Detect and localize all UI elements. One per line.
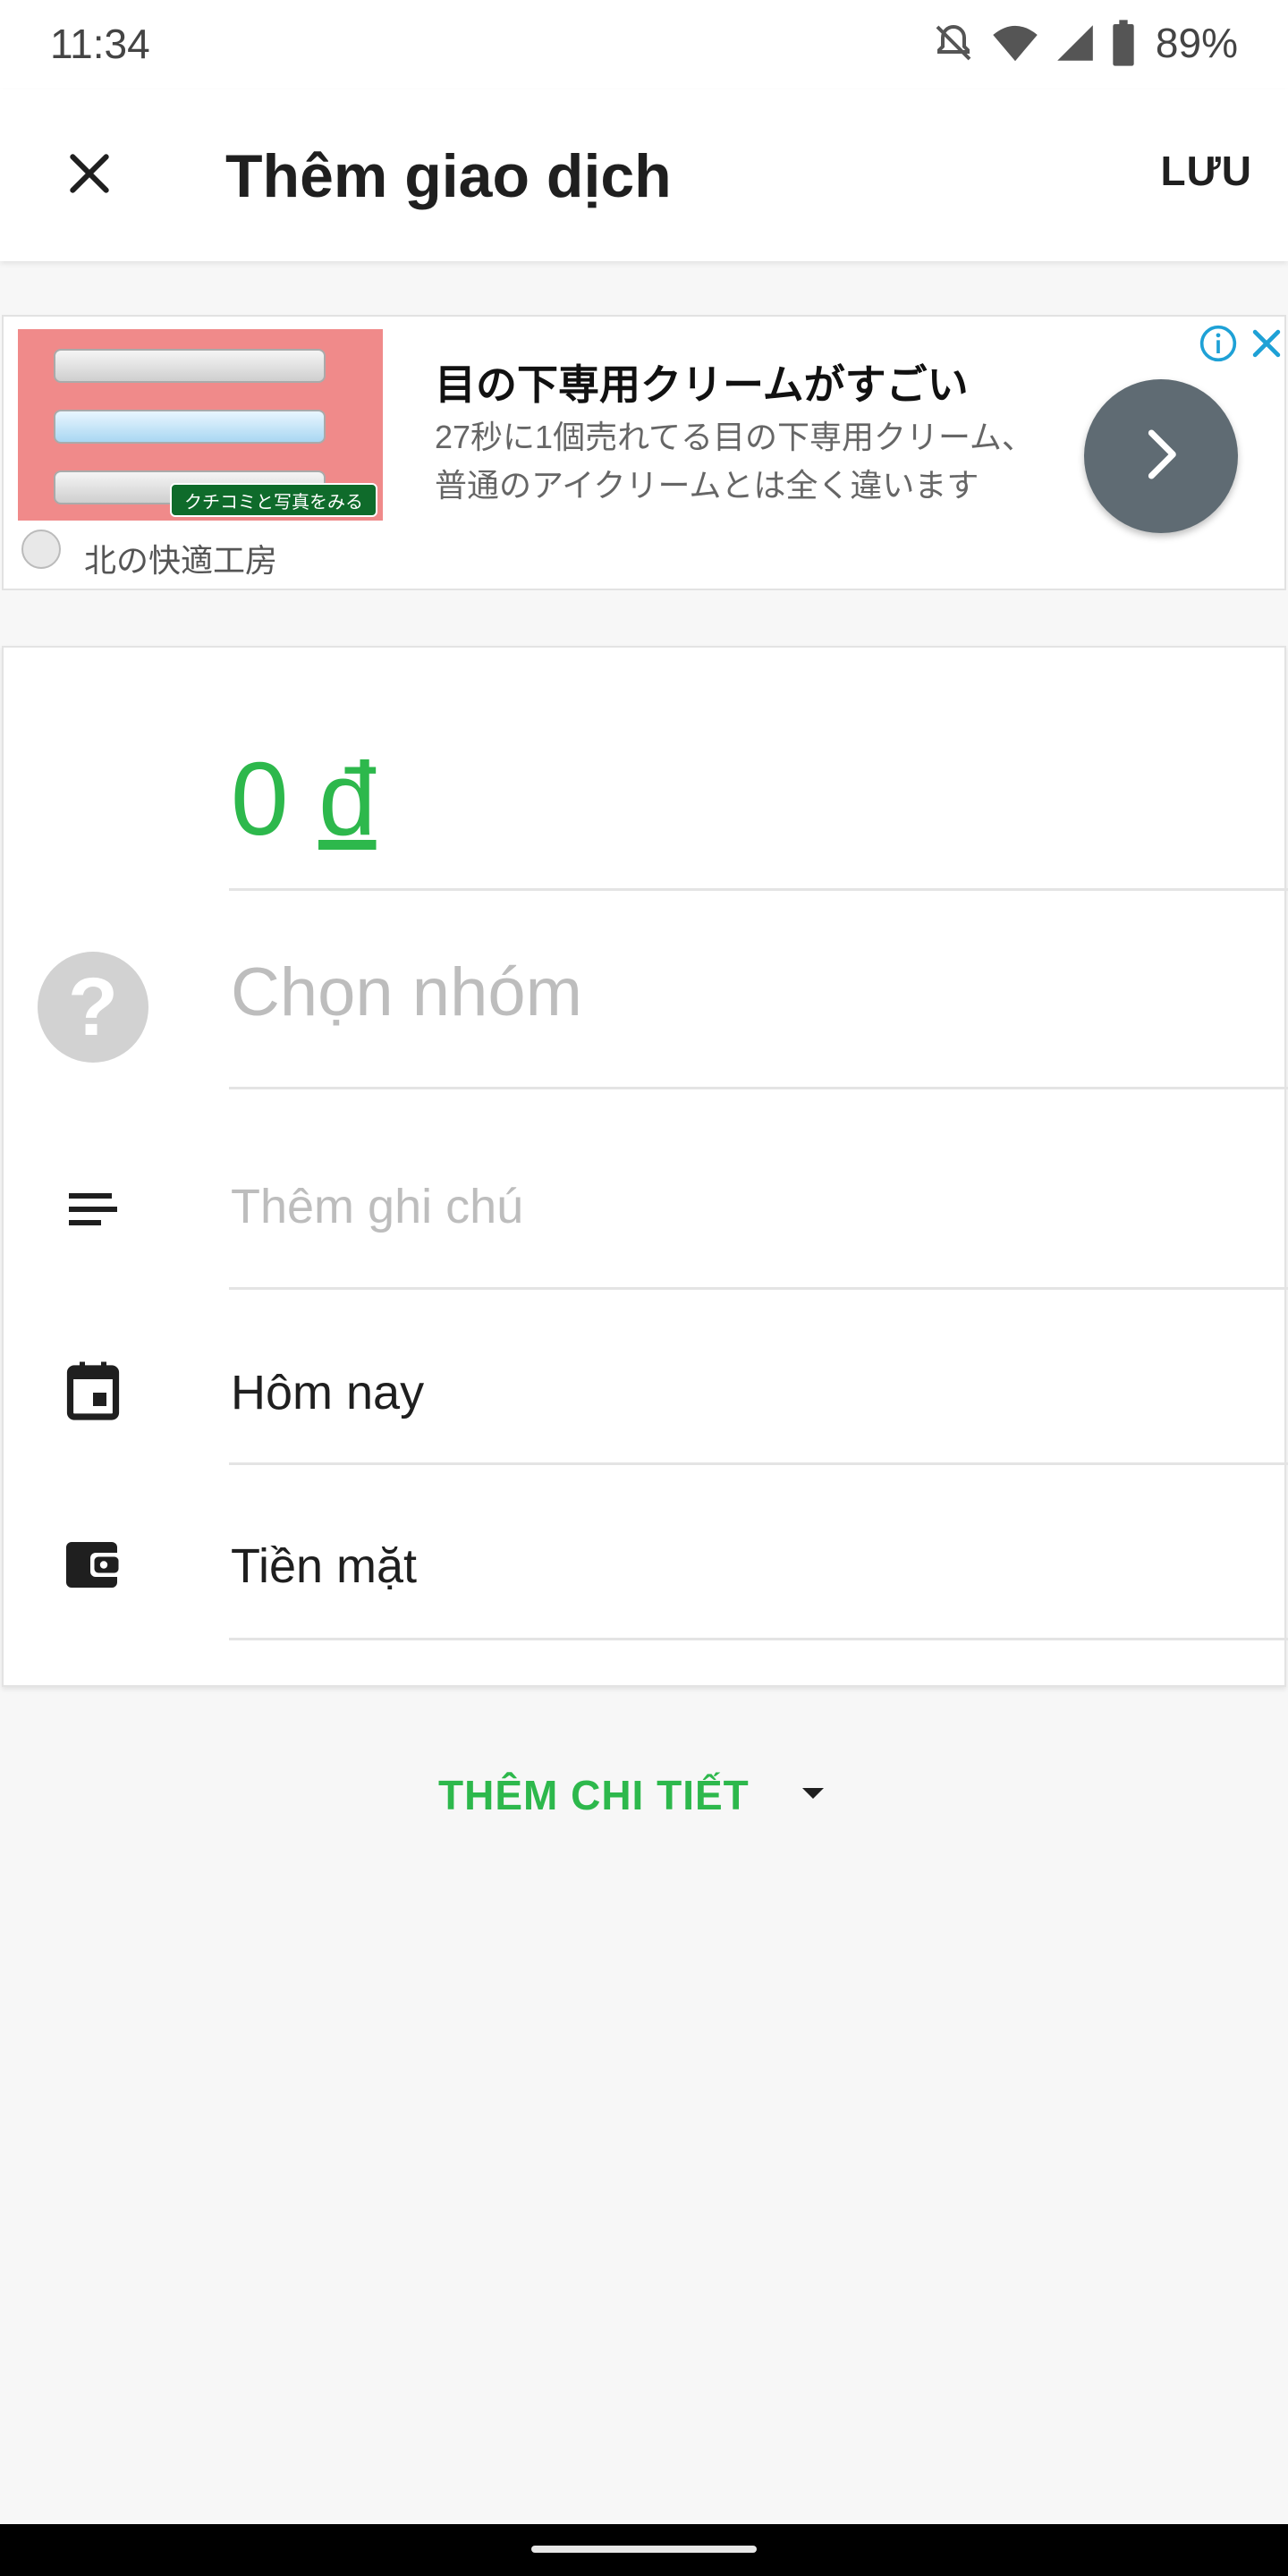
question-mark-icon: ? bbox=[38, 952, 148, 1063]
bell-off-icon bbox=[932, 21, 975, 64]
status-bar: 11:34 89% bbox=[0, 0, 1288, 89]
divider bbox=[229, 1638, 1288, 1640]
note-field[interactable]: Thêm ghi chú bbox=[4, 1089, 1288, 1290]
wifi-icon bbox=[991, 21, 1039, 64]
more-details-label: THÊM CHI TIẾT bbox=[438, 1772, 750, 1818]
wallet-value[interactable]: Tiền mặt bbox=[231, 1538, 417, 1594]
date-value[interactable]: Hôm nay bbox=[231, 1365, 424, 1420]
signal-icon bbox=[1055, 21, 1095, 64]
notes-icon bbox=[61, 1177, 125, 1241]
status-icons: 89% bbox=[932, 16, 1238, 70]
save-button[interactable]: LƯU bbox=[1161, 147, 1252, 195]
note-input[interactable]: Thêm ghi chú bbox=[231, 1179, 523, 1234]
date-field[interactable]: Hôm nay bbox=[4, 1290, 1288, 1465]
status-time: 11:34 bbox=[50, 21, 150, 67]
caret-down-icon bbox=[800, 1784, 826, 1807]
ad-headline[interactable]: 目の下専用クリームがすごい bbox=[435, 352, 969, 411]
system-nav-bar bbox=[0, 2524, 1288, 2576]
close-icon bbox=[64, 148, 114, 203]
transaction-form: 0 đ ? Chọn nhóm Thêm ghi chú Hôm nay Tiề… bbox=[2, 646, 1288, 1687]
home-handle[interactable] bbox=[531, 2546, 757, 2553]
app-bar: Thêm giao dịch LƯU bbox=[0, 89, 1288, 261]
ad-body[interactable]: 27秒に1個売れてる目の下専用クリーム、普通のアイクリームとは全く違います bbox=[435, 413, 1043, 510]
ad-brand-logo bbox=[21, 530, 61, 569]
ad-close-icon[interactable] bbox=[1247, 324, 1286, 363]
ad-banner[interactable]: クチコミと写真をみる 北の快適工房 目の下専用クリームがすごい 27秒に1個売れ… bbox=[2, 315, 1286, 590]
wallet-icon bbox=[61, 1531, 125, 1596]
amount-field[interactable]: 0 đ bbox=[4, 648, 1288, 891]
ad-info-icon[interactable] bbox=[1199, 324, 1238, 363]
battery-percent: 89% bbox=[1155, 20, 1238, 66]
more-details-button[interactable]: THÊM CHI TIẾT bbox=[438, 1764, 826, 1826]
close-button[interactable] bbox=[47, 132, 132, 218]
ad-image-badge: クチコミと写真をみる bbox=[170, 483, 377, 517]
amount-value[interactable]: 0 bbox=[231, 739, 289, 859]
group-placeholder[interactable]: Chọn nhóm bbox=[231, 953, 582, 1031]
ad-brand[interactable]: 北の快適工房 bbox=[84, 535, 277, 581]
wallet-field[interactable]: Tiền mặt bbox=[4, 1465, 1288, 1640]
ad-image[interactable]: クチコミと写真をみる bbox=[18, 329, 383, 521]
group-field[interactable]: ? Chọn nhóm bbox=[4, 891, 1288, 1089]
calendar-icon bbox=[61, 1358, 125, 1422]
page-title: Thêm giao dịch bbox=[225, 142, 672, 210]
currency-symbol[interactable]: đ bbox=[318, 739, 377, 859]
ad-cta-button[interactable] bbox=[1084, 379, 1238, 533]
battery-icon bbox=[1111, 20, 1136, 66]
chevron-right-icon bbox=[1132, 426, 1190, 487]
ad-product-syringe bbox=[54, 349, 326, 383]
ad-product-syringe bbox=[54, 410, 326, 444]
